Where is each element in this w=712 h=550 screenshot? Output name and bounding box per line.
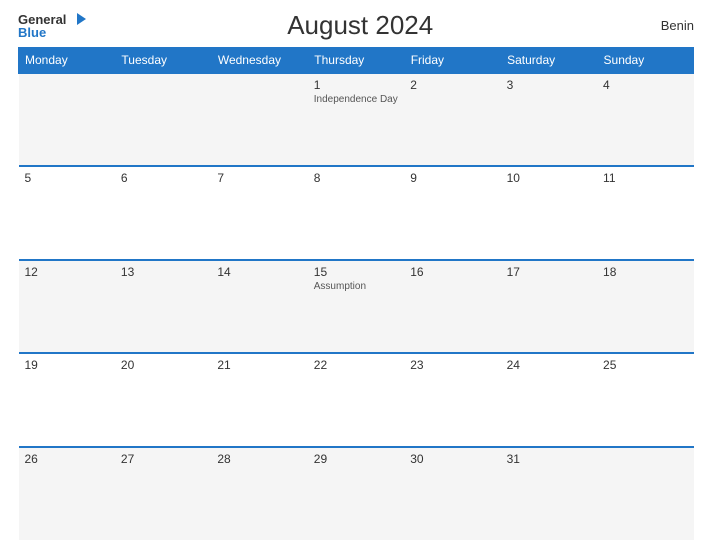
day-number: 9 (410, 171, 494, 185)
weekday-header-friday: Friday (404, 48, 500, 74)
calendar-cell: 28 (211, 447, 307, 540)
day-number: 6 (121, 171, 205, 185)
country-label: Benin (634, 18, 694, 33)
calendar-cell: 11 (597, 166, 693, 259)
calendar-cell: 20 (115, 353, 211, 446)
day-number: 24 (507, 358, 591, 372)
calendar-cell: 29 (308, 447, 404, 540)
page-header: General Blue August 2024 Benin (18, 10, 694, 41)
calendar-body: 1Independence Day23456789101112131415Ass… (19, 73, 694, 540)
logo-flag-icon (68, 13, 86, 25)
calendar-cell: 13 (115, 260, 211, 353)
calendar-cell: 8 (308, 166, 404, 259)
calendar-cell: 6 (115, 166, 211, 259)
calendar-week-row: 26 27 28 29 30 31 (19, 447, 694, 540)
weekday-header-thursday: Thursday (308, 48, 404, 74)
day-event: Independence Day (314, 94, 398, 105)
day-number: 30 (410, 452, 494, 466)
day-event: Assumption (314, 281, 398, 292)
day-number: 22 (314, 358, 398, 372)
calendar-cell: 24 (501, 353, 597, 446)
day-number: 20 (121, 358, 205, 372)
logo-text-general: General (18, 13, 66, 26)
weekday-header-wednesday: Wednesday (211, 48, 307, 74)
day-number: 1 (314, 78, 398, 92)
calendar-table: MondayTuesdayWednesdayThursdayFridaySatu… (18, 47, 694, 540)
calendar-week-row: 12 13 14 15 Assumption 16 17 18 (19, 260, 694, 353)
day-number: 14 (217, 265, 301, 279)
weekday-row: MondayTuesdayWednesdayThursdayFridaySatu… (19, 48, 694, 74)
day-number: 21 (217, 358, 301, 372)
calendar-cell: 16 (404, 260, 500, 353)
day-number: 13 (121, 265, 205, 279)
calendar-cell: 2 (404, 73, 500, 166)
day-number: 2 (410, 78, 494, 92)
day-number: 19 (25, 358, 109, 372)
day-number: 29 (314, 452, 398, 466)
calendar-cell: 3 (501, 73, 597, 166)
day-number: 5 (25, 171, 109, 185)
weekday-header-tuesday: Tuesday (115, 48, 211, 74)
calendar-title: August 2024 (287, 10, 433, 41)
calendar-cell: 22 (308, 353, 404, 446)
calendar-cell (211, 73, 307, 166)
calendar-cell: 21 (211, 353, 307, 446)
weekday-header-sunday: Sunday (597, 48, 693, 74)
day-number: 16 (410, 265, 494, 279)
day-number: 4 (603, 78, 687, 92)
calendar-cell: 27 (115, 447, 211, 540)
calendar-cell: 19 (19, 353, 115, 446)
calendar-cell (597, 447, 693, 540)
day-number: 31 (507, 452, 591, 466)
day-number: 18 (603, 265, 687, 279)
day-number: 27 (121, 452, 205, 466)
day-number: 3 (507, 78, 591, 92)
calendar-cell: 14 (211, 260, 307, 353)
logo-text-blue: Blue (18, 26, 46, 39)
day-number: 17 (507, 265, 591, 279)
calendar-cell (115, 73, 211, 166)
day-number: 15 (314, 265, 398, 279)
day-number: 26 (25, 452, 109, 466)
day-number: 25 (603, 358, 687, 372)
calendar-cell: 26 (19, 447, 115, 540)
calendar-cell (19, 73, 115, 166)
day-number: 28 (217, 452, 301, 466)
day-number: 10 (507, 171, 591, 185)
calendar-cell: 31 (501, 447, 597, 540)
calendar-cell: 9 (404, 166, 500, 259)
calendar-cell: 30 (404, 447, 500, 540)
calendar-week-row: 56789 10 11 (19, 166, 694, 259)
weekday-header-monday: Monday (19, 48, 115, 74)
calendar-cell: 12 (19, 260, 115, 353)
calendar-week-row: 19 20 21 22 23 24 25 (19, 353, 694, 446)
calendar-cell: 7 (211, 166, 307, 259)
calendar-cell: 15 Assumption (308, 260, 404, 353)
calendar-cell: 23 (404, 353, 500, 446)
calendar-cell: 17 (501, 260, 597, 353)
weekday-header-saturday: Saturday (501, 48, 597, 74)
calendar-cell: 18 (597, 260, 693, 353)
calendar-cell: 5 (19, 166, 115, 259)
calendar-cell: 1 Independence Day (308, 73, 404, 166)
calendar-cell: 10 (501, 166, 597, 259)
day-number: 8 (314, 171, 398, 185)
calendar-cell: 4 (597, 73, 693, 166)
calendar-header: MondayTuesdayWednesdayThursdayFridaySatu… (19, 48, 694, 74)
day-number: 7 (217, 171, 301, 185)
day-number: 12 (25, 265, 109, 279)
calendar-cell: 25 (597, 353, 693, 446)
calendar-week-row: 1 Independence Day 234 (19, 73, 694, 166)
day-number: 23 (410, 358, 494, 372)
day-number: 11 (603, 171, 687, 185)
logo: General Blue (18, 13, 86, 39)
